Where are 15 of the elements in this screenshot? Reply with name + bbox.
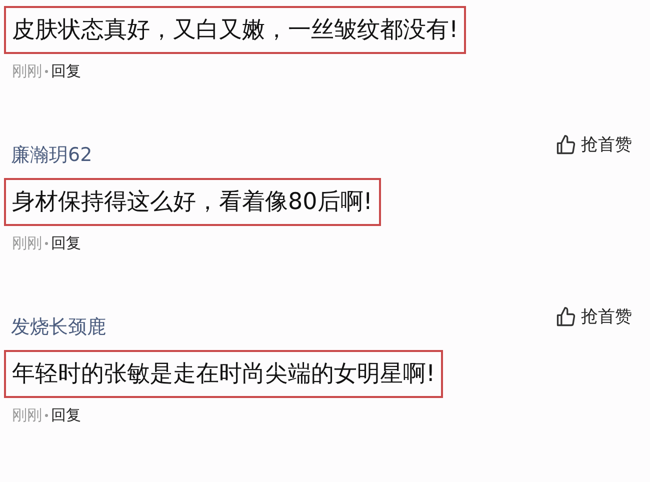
- username[interactable]: 发烧长颈鹿: [11, 314, 106, 340]
- reply-link[interactable]: 回复: [51, 232, 81, 254]
- comment-text: 年轻时的张敏是走在时尚尖端的女明星啊!: [4, 350, 444, 398]
- reply-link[interactable]: 回复: [51, 404, 81, 426]
- comment-text: 身材保持得这么好，看着像80后啊!: [4, 178, 380, 226]
- comment-text: 皮肤状态真好，又白又嫩，一丝皱纹都没有!: [4, 6, 466, 54]
- timestamp: 刚刚: [12, 405, 42, 426]
- timestamp: 刚刚: [12, 61, 42, 82]
- thumbs-up-icon: [555, 134, 577, 156]
- reply-link[interactable]: 回复: [51, 60, 81, 82]
- timestamp: 刚刚: [12, 233, 42, 254]
- thumbs-up-icon: [555, 306, 577, 328]
- username[interactable]: 廉瀚玥62: [11, 142, 92, 168]
- like-button[interactable]: 抢首赞: [555, 306, 632, 328]
- like-button[interactable]: 抢首赞: [555, 134, 632, 156]
